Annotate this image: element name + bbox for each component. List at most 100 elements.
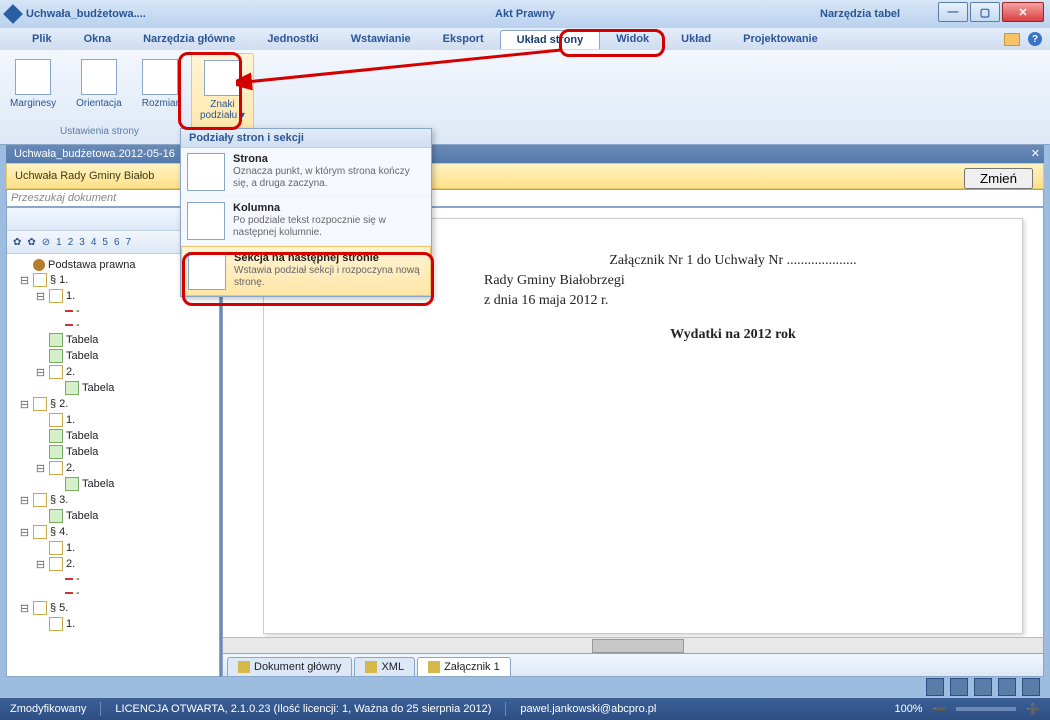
title-doc: Uchwała_budżetowa.... [26, 8, 146, 20]
ribbon-group-label: Ustawienia strony [60, 126, 139, 137]
tree-node[interactable]: - [9, 304, 217, 318]
tree[interactable]: Podstawa prawna⊟§ 1.⊟1.--TabelaTabela⊟2.… [7, 254, 219, 676]
minimize-button[interactable]: — [938, 2, 968, 22]
tab-icon [428, 661, 440, 673]
bottom-icon[interactable] [1022, 678, 1040, 696]
tree-node[interactable]: 1. [9, 412, 217, 428]
tree-label: - [76, 305, 80, 317]
tree-node[interactable]: Tabela [9, 380, 217, 396]
tree-node[interactable]: 1. [9, 540, 217, 556]
tree-twisty-icon[interactable]: ⊟ [35, 290, 46, 303]
document-tabs: Dokument głównyXMLZałącznik 1 [223, 653, 1043, 676]
maximize-button[interactable]: ▢ [970, 2, 1000, 22]
menu-okna[interactable]: Okna [68, 30, 128, 48]
tree-label: 1. [66, 618, 75, 630]
tree-node[interactable]: - [9, 586, 217, 600]
doc-tab-załącznik-1[interactable]: Załącznik 1 [417, 657, 511, 676]
tree-twisty-icon[interactable]: ⊟ [19, 398, 30, 411]
close-button[interactable]: ✕ [1002, 2, 1044, 22]
tree-node[interactable]: ⊟2. [9, 460, 217, 476]
status-user: pawel.jankowski@abcpro.pl [520, 703, 656, 715]
tree-node[interactable]: ⊟§ 5. [9, 600, 217, 616]
menu-układ[interactable]: Układ [665, 30, 727, 48]
bottom-icon[interactable] [974, 678, 992, 696]
tree-twisty-icon[interactable]: ⊟ [19, 602, 30, 615]
tree-para-icon [49, 365, 63, 379]
bottom-icon[interactable] [998, 678, 1016, 696]
folder-icon[interactable] [1004, 33, 1020, 46]
tree-twisty-icon[interactable]: ⊟ [19, 494, 30, 507]
tree-level-2[interactable]: 2 [68, 237, 74, 248]
ribbon-marginesy[interactable]: Marginesy [2, 53, 64, 141]
tool-icon[interactable]: ⊘ [42, 237, 50, 248]
tree-node[interactable]: ⊟§ 2. [9, 396, 217, 412]
tree-level-6[interactable]: 6 [114, 237, 120, 248]
tree-level-7[interactable]: 7 [126, 237, 132, 248]
tree-label: Tabela [82, 478, 114, 490]
bottom-icon-row [926, 678, 1040, 696]
tree-twisty-icon[interactable]: ⊟ [19, 526, 30, 539]
dropdown-item-strona[interactable]: StronaOznacza punkt, w którym strona koń… [181, 148, 431, 197]
menu-układ-strony[interactable]: Układ strony [500, 30, 601, 49]
tree-node[interactable]: Tabela [9, 332, 217, 348]
tree-node[interactable]: Tabela [9, 508, 217, 524]
tree-twisty-icon[interactable]: ⊟ [35, 366, 46, 379]
tree-node[interactable]: ⊟§ 3. [9, 492, 217, 508]
tree-para-icon [49, 617, 63, 631]
menu-projektowanie[interactable]: Projektowanie [727, 30, 834, 48]
tree-level-1[interactable]: 1 [56, 237, 62, 248]
tree-twisty-icon[interactable]: ⊟ [35, 462, 46, 475]
tree-node[interactable]: Tabela [9, 428, 217, 444]
page-heading: Wydatki na 2012 rok [484, 327, 982, 343]
document-name: Uchwała_budżetowa.2012-05-16 [14, 148, 175, 160]
zoom-out-icon[interactable]: ➖ [933, 703, 947, 716]
tool-icon[interactable]: ✿ [27, 237, 35, 248]
dropdown-item-kolumna[interactable]: KolumnaPo podziale tekst rozpocznie się … [181, 197, 431, 246]
doc-tab-xml[interactable]: XML [354, 657, 415, 676]
tree-node[interactable]: Tabela [9, 348, 217, 364]
tree-twisty-icon[interactable]: ⊟ [35, 558, 46, 571]
menu-eksport[interactable]: Eksport [427, 30, 500, 48]
document-close-icon[interactable]: ✕ [1031, 147, 1040, 160]
menu-wstawianie[interactable]: Wstawianie [335, 30, 427, 48]
tree-level-4[interactable]: 4 [91, 237, 97, 248]
tool-icon[interactable]: ✿ [13, 237, 21, 248]
ribbon-rozmiar[interactable]: Rozmiar [134, 53, 187, 141]
tree-tbl-icon [49, 509, 63, 523]
bottom-icon[interactable] [950, 678, 968, 696]
tree-para-icon [49, 289, 63, 303]
menu-plik[interactable]: Plik [16, 30, 68, 48]
tree-level-5[interactable]: 5 [102, 237, 108, 248]
tree-node[interactable]: ⊟2. [9, 364, 217, 380]
tree-node[interactable]: ⊟§ 4. [9, 524, 217, 540]
tree-label: Tabela [66, 350, 98, 362]
tree-twisty-icon[interactable]: ⊟ [19, 274, 30, 287]
bottom-icon[interactable] [926, 678, 944, 696]
tree-level-3[interactable]: 3 [79, 237, 85, 248]
change-button[interactable]: Zmień [964, 168, 1033, 189]
search-input[interactable]: Przeszukaj dokument [6, 189, 1044, 207]
help-icon[interactable]: ? [1028, 32, 1042, 46]
zoom-slider[interactable] [956, 707, 1016, 711]
tab-icon [238, 661, 250, 673]
menu-narzędzia-główne[interactable]: Narzędzia główne [127, 30, 251, 48]
tree-node[interactable]: - [9, 572, 217, 586]
tree-node[interactable]: Tabela [9, 476, 217, 492]
dropdown-item-icon [188, 252, 226, 290]
zoom-in-icon[interactable]: ➕ [1026, 703, 1040, 716]
tree-node[interactable]: 1. [9, 616, 217, 632]
horizontal-scrollbar[interactable] [223, 637, 1043, 654]
tree-node[interactable]: - [9, 318, 217, 332]
tree-node[interactable]: Tabela [9, 444, 217, 460]
app-logo-icon [3, 4, 23, 24]
dropdown-item-sekcja-na-następnej-stronie[interactable]: Sekcja na następnej stronieWstawia podzi… [181, 246, 431, 296]
doc-tab-dokument-główny[interactable]: Dokument główny [227, 657, 352, 676]
menu-jednostki[interactable]: Jednostki [251, 30, 334, 48]
tree-tbl-icon [49, 349, 63, 363]
menu-widok[interactable]: Widok [600, 30, 665, 48]
tree-node[interactable]: ⊟ 2. [9, 556, 217, 572]
tree-para-icon [49, 413, 63, 427]
tree-para-icon [49, 461, 63, 475]
status-license: LICENCJA OTWARTA, 2.1.0.23 (Ilość licenc… [115, 703, 491, 715]
tree-label: 2. [66, 558, 75, 570]
